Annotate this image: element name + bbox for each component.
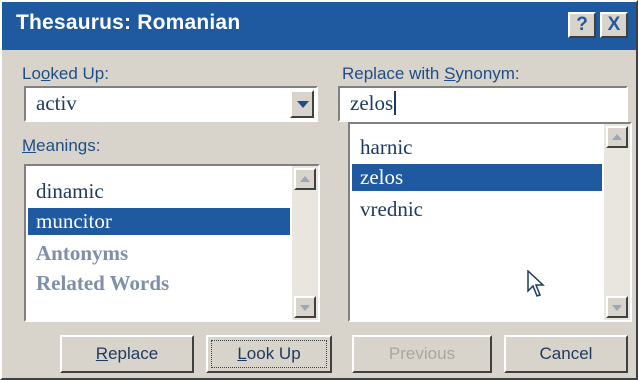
replace-button[interactable]: Replace [60,335,194,373]
scroll-down-icon[interactable] [294,296,316,318]
previous-button[interactable]: Previous [352,335,492,373]
scroll-up-icon[interactable] [294,168,316,190]
synonym-scrollbar[interactable] [604,124,630,320]
scroll-down-icon[interactable] [606,296,628,318]
replace-with-label: Replace with Synonym: [342,64,520,83]
meaning-item-selected[interactable]: muncitor [28,208,290,235]
cancel-button[interactable]: Cancel [504,335,628,373]
looked-up-value: activ [36,91,77,115]
looked-up-label: Looked Up: [22,64,109,83]
help-button[interactable]: ? [568,12,596,38]
mouse-pointer-icon [527,270,545,297]
replace-with-input[interactable]: zelos [338,86,628,122]
antonyms-item[interactable]: Antonyms [28,240,290,267]
synonym-list[interactable]: harnic zelos vrednic [348,122,632,322]
title-bar[interactable]: Thesaurus: Romanian ? X [2,2,636,50]
meanings-label: Meanings: [22,136,101,155]
look-up-button[interactable]: Look Up [206,335,332,373]
replace-with-value: zelos [350,91,397,116]
dialog-title: Thesaurus: Romanian [16,11,241,34]
meaning-item[interactable]: dinamic [28,178,290,205]
related-words-item[interactable]: Related Words [28,270,290,297]
chevron-down-icon[interactable] [290,90,314,118]
thesaurus-dialog: Thesaurus: Romanian ? X Looked Up: activ… [0,0,638,380]
meanings-scrollbar[interactable] [292,166,318,320]
synonym-item-selected[interactable]: zelos [352,164,602,191]
meanings-list[interactable]: dinamic muncitor Antonyms Related Words [24,164,320,322]
close-button[interactable]: X [600,12,628,38]
looked-up-combo[interactable]: activ [24,86,318,122]
synonym-item[interactable]: harnic [352,134,602,161]
scroll-up-icon[interactable] [606,126,628,148]
synonym-item[interactable]: vrednic [352,196,602,223]
